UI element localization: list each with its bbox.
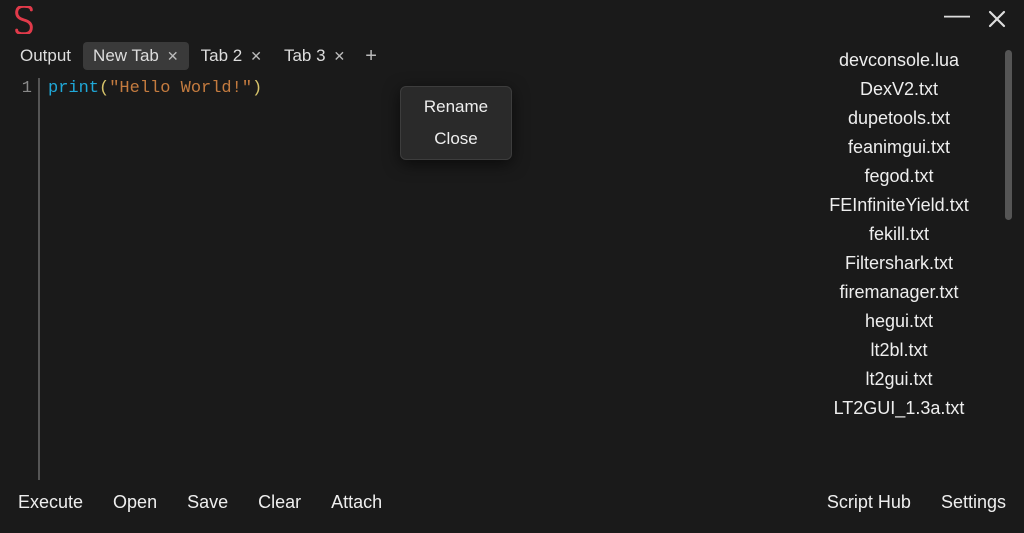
- tab-item[interactable]: New Tab ✕: [83, 42, 189, 70]
- script-list-item[interactable]: feanimgui.txt: [784, 133, 1014, 162]
- context-close[interactable]: Close: [401, 123, 511, 155]
- footer-left: Execute Open Save Clear Attach: [18, 492, 382, 513]
- titlebar: —: [0, 0, 1024, 40]
- tab-label: Tab 2: [201, 46, 243, 66]
- tab-label: Tab 3: [284, 46, 326, 66]
- script-list-item[interactable]: dupetools.txt: [784, 104, 1014, 133]
- tab-close-icon[interactable]: ✕: [167, 48, 179, 65]
- script-list-item[interactable]: lt2gui.txt: [784, 365, 1014, 394]
- script-list-item[interactable]: Filtershark.txt: [784, 249, 1014, 278]
- script-list-item[interactable]: firemanager.txt: [784, 278, 1014, 307]
- script-list-panel: devconsole.lua DexV2.txt dupetools.txt f…: [784, 40, 1014, 480]
- footer-right: Script Hub Settings: [827, 492, 1006, 513]
- editor-pane: Output New Tab ✕ Tab 2 ✕ Tab 3 ✕ + 1 pri…: [10, 40, 772, 480]
- script-hub-button[interactable]: Script Hub: [827, 492, 911, 513]
- code-token-function: print: [48, 79, 99, 98]
- clear-button[interactable]: Clear: [258, 492, 301, 513]
- main-content: Output New Tab ✕ Tab 2 ✕ Tab 3 ✕ + 1 pri…: [0, 40, 1024, 480]
- script-list-item[interactable]: devconsole.lua: [784, 46, 1014, 75]
- execute-button[interactable]: Execute: [18, 492, 83, 513]
- tab-close-icon[interactable]: ✕: [250, 48, 262, 65]
- add-tab-icon[interactable]: +: [357, 42, 385, 70]
- script-list: devconsole.lua DexV2.txt dupetools.txt f…: [784, 40, 1014, 429]
- script-list-item[interactable]: FEInfiniteYield.txt: [784, 191, 1014, 220]
- save-button[interactable]: Save: [187, 492, 228, 513]
- code-editor[interactable]: 1 print("Hello World!"): [10, 72, 772, 480]
- line-gutter: 1: [10, 78, 38, 480]
- close-window-icon[interactable]: [988, 10, 1006, 31]
- scrollbar-thumb[interactable]: [1005, 50, 1012, 220]
- code-token-string: "Hello World!": [109, 79, 252, 98]
- script-list-item[interactable]: fekill.txt: [784, 220, 1014, 249]
- open-button[interactable]: Open: [113, 492, 157, 513]
- line-number: 1: [10, 78, 32, 100]
- script-list-item[interactable]: hegui.txt: [784, 307, 1014, 336]
- script-list-item[interactable]: DexV2.txt: [784, 75, 1014, 104]
- footer-bar: Execute Open Save Clear Attach Script Hu…: [0, 480, 1024, 524]
- window-controls: —: [944, 7, 1014, 33]
- settings-button[interactable]: Settings: [941, 492, 1006, 513]
- tab-item[interactable]: Tab 2 ✕: [191, 42, 272, 70]
- tab-context-menu: Rename Close: [400, 86, 512, 160]
- code-token-paren: ): [252, 79, 262, 98]
- minimize-icon[interactable]: —: [944, 1, 970, 27]
- code-token-paren: (: [99, 79, 109, 98]
- context-rename[interactable]: Rename: [401, 91, 511, 123]
- tab-label: New Tab: [93, 46, 159, 66]
- output-tab-label: Output: [20, 46, 71, 66]
- output-tab[interactable]: Output: [10, 42, 81, 70]
- attach-button[interactable]: Attach: [331, 492, 382, 513]
- tab-item[interactable]: Tab 3 ✕: [274, 42, 355, 70]
- tab-close-icon[interactable]: ✕: [334, 48, 346, 65]
- tab-bar: Output New Tab ✕ Tab 2 ✕ Tab 3 ✕ +: [10, 40, 772, 72]
- app-logo-icon: [10, 6, 38, 34]
- script-list-item[interactable]: lt2bl.txt: [784, 336, 1014, 365]
- script-list-item[interactable]: fegod.txt: [784, 162, 1014, 191]
- script-list-item[interactable]: LT2GUI_1.3a.txt: [784, 394, 1014, 423]
